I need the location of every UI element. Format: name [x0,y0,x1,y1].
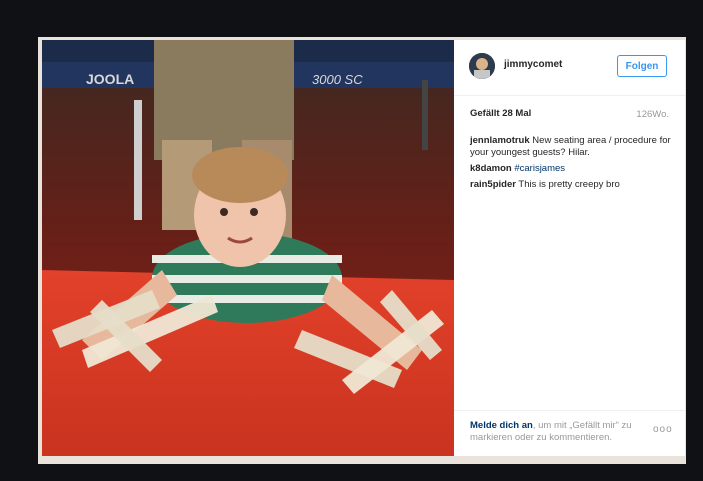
post-details-panel: jimmycomet Folgen Gefällt 28 Mal 126Wo. … [454,40,685,456]
follow-button[interactable]: Folgen [617,55,667,77]
post-modal: JOOLA 3000 SC jimmycomet Folgen Gefällt … [38,37,686,464]
comment-username[interactable]: jennlamotruk [470,135,530,146]
comment-username[interactable]: rain5pider [470,179,516,190]
login-link[interactable]: Melde dich an [470,420,533,431]
comment-list: jennlamotruk New seating area / procedur… [470,135,676,195]
comment-item: jennlamotruk New seating area / procedur… [470,135,676,159]
comment-item: k8damon #carisjames [470,163,676,175]
comment-item: rain5pider This is pretty creepy bro [470,179,676,191]
post-header: jimmycomet Folgen [454,40,685,96]
banner-model: 3000 SC [312,72,363,87]
post-age: 126Wo. [636,109,669,120]
avatar[interactable] [469,53,495,79]
comment-text: This is pretty creepy bro [518,179,620,190]
comment-username[interactable]: k8damon [470,163,512,174]
like-count: Gefällt 28 Mal [470,108,532,119]
photo-illustration: JOOLA 3000 SC [42,40,454,456]
avatar-image [469,53,495,79]
username[interactable]: jimmycomet [504,59,562,70]
post-footer: Melde dich an, um mit „Gefällt mir“ zu m… [454,410,685,457]
post-photo[interactable]: JOOLA 3000 SC [42,40,454,456]
login-prompt: Melde dich an, um mit „Gefällt mir“ zu m… [470,420,650,444]
comment-hashtag[interactable]: #carisjames [514,163,565,174]
banner-brand: JOOLA [86,71,134,87]
more-options-icon[interactable]: ooo [653,424,673,435]
